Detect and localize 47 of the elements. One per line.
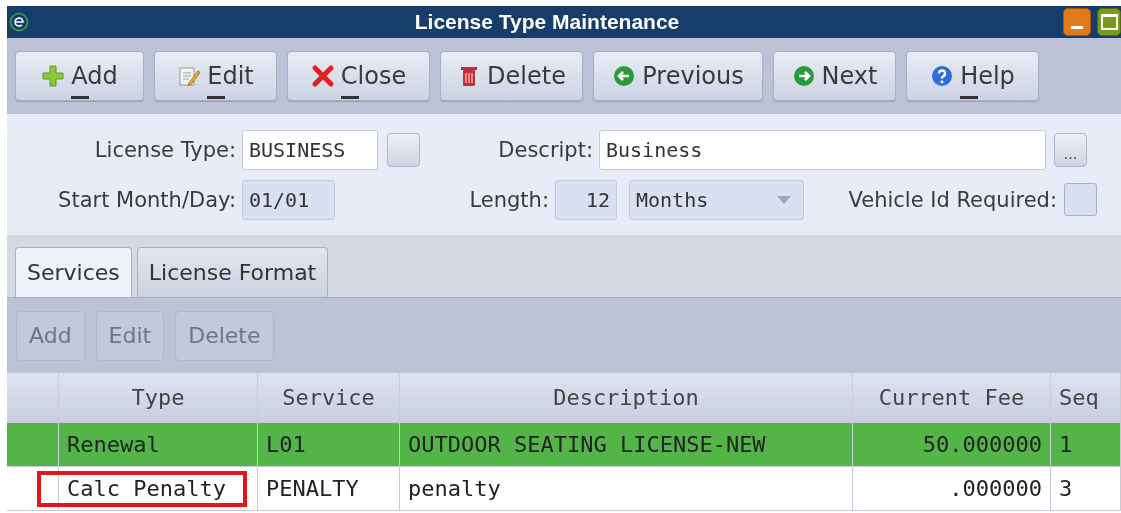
column-header[interactable]: Description <box>400 373 853 422</box>
column-header[interactable]: Current Fee <box>853 373 1051 422</box>
close-button[interactable]: Close <box>287 51 430 101</box>
field-label: Length: <box>468 187 550 212</box>
x-icon <box>310 64 335 88</box>
column-header[interactable]: Seq <box>1051 373 1121 422</box>
table-cell: Calc Penalty <box>59 467 258 510</box>
start-date-field[interactable]: 01/01 <box>242 179 335 220</box>
table-row[interactable]: Calc Penalty PENALTY penalty .000000 3 <box>7 467 1121 511</box>
dropdown-arrow-icon <box>777 195 791 204</box>
browse-button[interactable]: ... <box>1054 132 1087 167</box>
table-row[interactable]: Renewal L01 OUTDOOR SEATING LICENSE-NEW 50.000000 1 <box>7 423 1121 467</box>
length-field[interactable]: 12 <box>555 179 617 220</box>
document-pencil-icon <box>177 64 202 88</box>
table-cell: 1 <box>1051 423 1121 466</box>
column-header[interactable]: Service <box>258 373 400 422</box>
description-field[interactable]: Business <box>599 129 1046 170</box>
maximize-button[interactable] <box>1097 8 1121 36</box>
table-cell: 3 <box>1051 467 1121 510</box>
column-header[interactable]: Type <box>59 373 258 422</box>
table-cell: PENALTY <box>258 467 400 510</box>
add-button[interactable]: Add <box>15 51 144 101</box>
table-cell: penalty <box>400 467 853 510</box>
table-cell: OUTDOOR SEATING LICENSE-NEW <box>400 423 853 466</box>
delete-button[interactable]: Delete <box>440 51 583 101</box>
minimize-button[interactable] <box>1063 8 1091 36</box>
question-mark-icon <box>930 64 955 88</box>
tab[interactable]: License Format <box>136 247 329 297</box>
unit-dropdown[interactable]: Months <box>629 179 804 220</box>
license-type-field[interactable]: BUSINESS <box>242 129 378 170</box>
table-cell: L01 <box>258 423 400 466</box>
table-cell: .000000 <box>853 467 1051 510</box>
tab[interactable]: Services <box>15 247 132 297</box>
field-label: Descript: <box>497 137 594 162</box>
logo-icon <box>9 12 29 32</box>
table-cell: Renewal <box>59 423 258 466</box>
help-button[interactable]: Help <box>906 51 1039 101</box>
edit-button[interactable]: Edit <box>154 51 277 101</box>
field-label: Start Month/Day: <box>57 187 237 212</box>
plus-icon <box>41 64 66 88</box>
checkbox[interactable] <box>1064 183 1097 216</box>
previous-button[interactable]: Previous <box>593 51 763 101</box>
table-cell: 50.000000 <box>853 423 1051 466</box>
field-label: License Type: <box>93 137 237 162</box>
window-title: License Type Maintenance <box>413 10 681 34</box>
next-button[interactable]: Next <box>773 51 896 101</box>
field-label: Vehicle Id Required: <box>847 187 1058 212</box>
